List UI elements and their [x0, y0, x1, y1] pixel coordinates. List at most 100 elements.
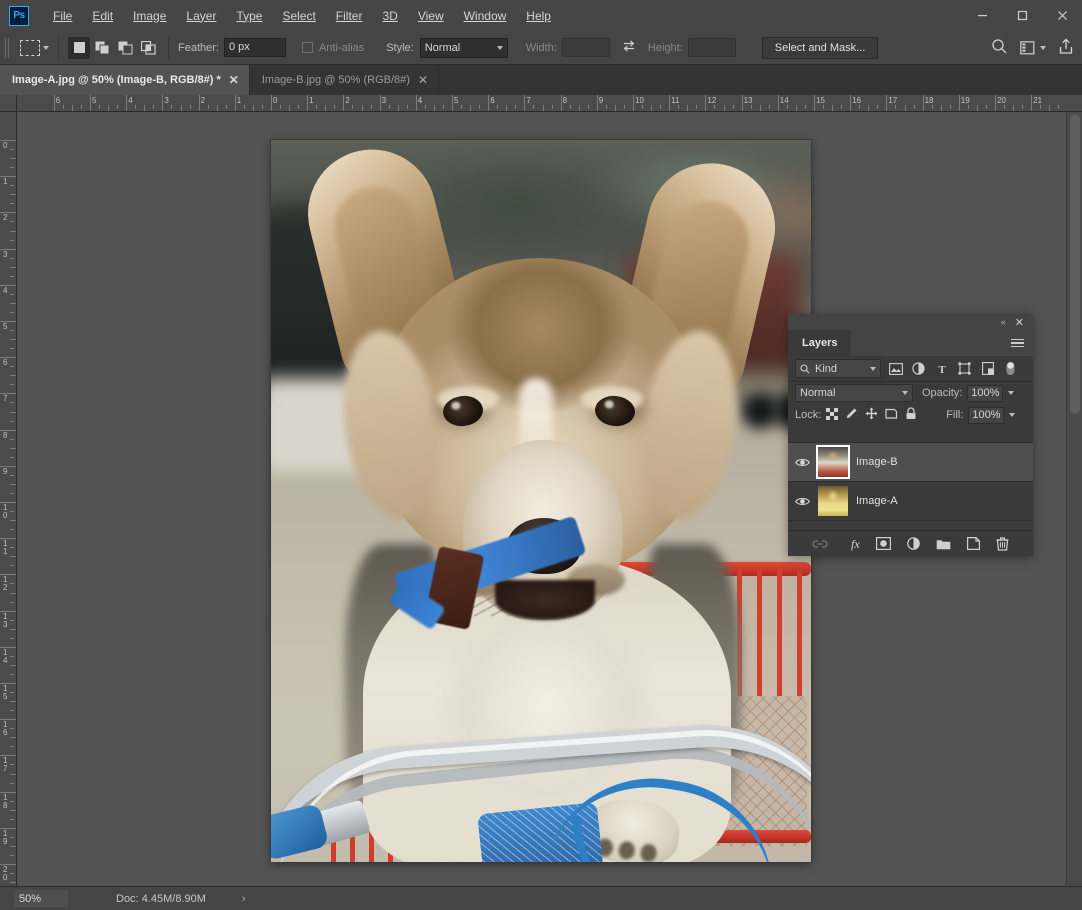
menu-help[interactable]: Help — [516, 5, 561, 27]
lock-image-pixels-icon[interactable] — [845, 407, 858, 423]
menu-select[interactable]: Select — [272, 5, 325, 27]
intersect-with-selection-button[interactable] — [137, 37, 159, 59]
ruler-label: 4 — [126, 96, 132, 105]
filter-type-icon[interactable]: T — [933, 360, 950, 377]
lock-position-icon[interactable] — [865, 407, 878, 423]
ruler-minor-tick — [325, 105, 326, 112]
add-layer-mask-icon[interactable] — [876, 537, 891, 550]
vertical-scrollbar-thumb[interactable] — [1070, 114, 1080, 414]
style-dropdown[interactable]: Normal — [420, 38, 508, 58]
vertical-ruler[interactable]: 01234567891011121314151617181920 — [0, 112, 17, 886]
select-and-mask-button[interactable]: Select and Mask... — [762, 37, 879, 59]
menu-window[interactable]: Window — [454, 5, 517, 27]
share-icon[interactable] — [1058, 38, 1074, 58]
width-input[interactable] — [562, 38, 610, 57]
new-layer-icon[interactable] — [967, 537, 980, 550]
layer-row-image-b[interactable]: Image-B — [788, 443, 1033, 482]
collapse-panel-icon[interactable]: « — [1001, 317, 1005, 327]
close-panel-icon[interactable]: ✕ — [1015, 316, 1024, 329]
lock-transparent-pixels-icon[interactable] — [826, 408, 838, 423]
add-layer-style-icon[interactable]: fx — [844, 537, 860, 551]
menu-3d[interactable]: 3D — [372, 5, 407, 27]
horizontal-ruler[interactable]: 6543210123456789101112131415161718192021 — [0, 95, 1082, 112]
filter-smart-object-icon[interactable] — [979, 360, 996, 377]
ruler-minor-tick — [10, 583, 14, 584]
feather-input[interactable]: 0 px — [224, 38, 286, 57]
filter-adjustment-icon[interactable] — [910, 360, 927, 377]
close-icon[interactable]: ✕ — [229, 74, 239, 86]
swap-arrows-icon[interactable] — [622, 39, 636, 56]
subtract-from-selection-button[interactable] — [114, 37, 136, 59]
menu-edit[interactable]: Edit — [82, 5, 123, 27]
filter-pixel-icon[interactable] — [887, 360, 904, 377]
lock-artboard-nesting-icon[interactable] — [885, 407, 898, 423]
photoshop-window: Ps File Edit Image Layer Type Select Fil… — [0, 0, 1082, 910]
close-button[interactable] — [1042, 0, 1082, 31]
ruler-minor-tick — [244, 105, 245, 109]
menu-type[interactable]: Type — [226, 5, 272, 27]
ruler-minor-tick — [10, 475, 14, 476]
close-icon[interactable]: ✕ — [418, 74, 428, 86]
selection-mode-group — [68, 37, 159, 59]
delete-layer-icon[interactable] — [996, 537, 1009, 551]
anti-alias-checkbox[interactable] — [302, 42, 313, 53]
ruler-minor-tick — [10, 674, 14, 675]
link-layers-icon[interactable] — [812, 539, 828, 549]
ruler-minor-tick — [1013, 105, 1014, 112]
chevron-down-icon[interactable] — [1008, 391, 1014, 395]
opacity-input[interactable]: 100% — [967, 385, 1003, 402]
height-input[interactable] — [688, 38, 736, 57]
ruler-minor-tick — [280, 105, 281, 109]
ruler-minor-tick — [10, 737, 17, 738]
new-group-icon[interactable] — [936, 538, 951, 550]
menu-filter[interactable]: Filter — [326, 5, 373, 27]
document-tab-image-b[interactable]: Image-B.jpg @ 50% (RGB/8#) ✕ — [250, 65, 439, 95]
tab-layers[interactable]: Layers — [788, 330, 851, 356]
document-canvas[interactable] — [271, 140, 811, 862]
document-tabs: Image-A.jpg @ 50% (Image-B, RGB/8#) * ✕ … — [0, 65, 1082, 95]
layer-thumbnail-image-a[interactable] — [818, 486, 848, 516]
layer-name-image-b[interactable]: Image-B — [856, 456, 898, 468]
menu-image[interactable]: Image — [123, 5, 176, 27]
ruler-minor-tick — [362, 105, 363, 112]
ruler-minor-tick — [470, 105, 471, 112]
new-adjustment-layer-icon[interactable] — [907, 537, 920, 550]
search-icon[interactable] — [991, 38, 1008, 58]
layer-name-image-a[interactable]: Image-A — [856, 495, 898, 507]
layer-visibility-toggle[interactable] — [794, 457, 810, 468]
ruler-minor-tick — [10, 846, 17, 847]
subtract-from-selection-icon — [118, 41, 133, 55]
chevron-down-icon — [43, 46, 49, 50]
layer-thumbnail-image-b[interactable] — [818, 447, 848, 477]
current-tool-picker[interactable] — [20, 40, 49, 56]
lock-all-icon[interactable] — [905, 407, 917, 423]
layer-visibility-toggle[interactable] — [794, 496, 810, 507]
minimize-button[interactable] — [962, 0, 1002, 31]
vertical-scrollbar[interactable] — [1066, 112, 1082, 886]
filter-toggle-icon[interactable] — [1002, 360, 1019, 377]
document-tab-image-a[interactable]: Image-A.jpg @ 50% (Image-B, RGB/8#) * ✕ — [0, 65, 250, 95]
fill-input[interactable]: 100% — [968, 407, 1004, 424]
chevron-down-icon[interactable] — [1009, 413, 1015, 417]
layer-row-image-a[interactable]: Image-A — [788, 482, 1033, 521]
panel-menu-icon[interactable] — [1011, 339, 1024, 348]
menu-file[interactable]: File — [43, 5, 82, 27]
menu-layer[interactable]: Layer — [176, 5, 226, 27]
menu-view[interactable]: View — [408, 5, 454, 27]
filter-kind-dropdown[interactable]: Kind — [795, 359, 881, 378]
document-tab-image-a-label: Image-A.jpg @ 50% (Image-B, RGB/8#) * — [12, 74, 221, 86]
ruler-minor-tick — [153, 105, 154, 109]
menu-image-label: Image — [133, 9, 166, 23]
new-selection-button[interactable] — [68, 37, 90, 59]
feather-label: Feather: — [178, 42, 219, 54]
layers-panel-titlebar[interactable]: « ✕ — [788, 314, 1033, 330]
document-size-info[interactable]: Doc: 4.45M/8.90M — [116, 893, 206, 905]
workspace-switcher[interactable] — [1020, 41, 1046, 55]
add-to-selection-button[interactable] — [91, 37, 113, 59]
status-expand-icon[interactable]: › — [242, 893, 246, 905]
maximize-button[interactable] — [1002, 0, 1042, 31]
blend-mode-dropdown[interactable]: Normal — [795, 384, 913, 402]
zoom-level-input[interactable]: 50% — [14, 890, 68, 907]
filter-shape-icon[interactable] — [956, 360, 973, 377]
options-bar-grip[interactable] — [5, 38, 10, 58]
